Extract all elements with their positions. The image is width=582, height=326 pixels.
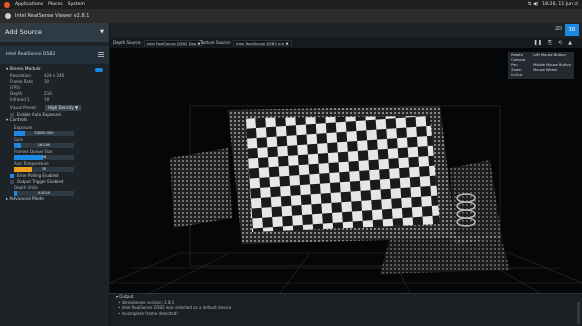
mouse-controls-legend: Rotate Camera Left Mouse Button Pan Middle… [508, 52, 574, 79]
advanced-mode-label: Advanced Mode [9, 196, 44, 202]
info-key: Infrared 1 [10, 97, 30, 103]
exposure-value: 33000.000 [34, 130, 54, 135]
texture-source-label: Texture Source: [200, 40, 231, 45]
visual-preset-select[interactable]: High Density ▼ [45, 105, 82, 112]
legend-action: Zoom In/Out [511, 68, 523, 77]
controls-label: Controls [9, 118, 28, 124]
texture-source-select[interactable]: Intel RealSense D5B2 Infr ▼ [233, 40, 292, 46]
right-clutter [450, 160, 502, 244]
visual-preset-row: Visual Preset: High Density ▼ [0, 105, 109, 112]
depth-source-select[interactable]: Intel RealSense D5B2 Dep ▼ [143, 40, 204, 46]
viewer-toolbar: Depth Source: Intel RealSense D5B2 Dep ▼… [110, 38, 582, 48]
expand-arrow-icon: ▸ [6, 196, 9, 202]
asic-temperature-slider[interactable]: 35 [14, 166, 74, 172]
system-indicators[interactable]: ⇅ ◀) [528, 0, 539, 9]
pause-icon[interactable]: ❚❚ [534, 38, 542, 48]
chevron-down-icon: ▼ [100, 29, 104, 35]
legend-row: Rotate Camera Left Mouse Button [511, 53, 571, 63]
info-key: Frame Rate (FPS) [10, 79, 33, 91]
pointcloud-render [110, 105, 582, 293]
output-trigger-label: Output Trigger Enabled [17, 178, 64, 184]
menu-system[interactable]: System [68, 0, 85, 9]
log-line: • Incomplete frame detected! [118, 310, 178, 316]
asic-temperature-label: Asic Temperature [14, 160, 49, 166]
mode-2d-button[interactable]: 2D [555, 26, 562, 32]
menu-applications[interactable]: Applications [15, 0, 43, 9]
frames-queue-label: Frames Queue Size [14, 148, 53, 154]
advanced-mode-header[interactable]: ▸ Advanced Mode [0, 197, 109, 203]
legend-action: Rotate Camera [511, 53, 526, 62]
device-header[interactable]: Intel RealSense D5B2 [0, 46, 109, 64]
frames-queue-value: 16 [41, 154, 47, 159]
view-mode-bar: 2D 3D [110, 23, 582, 38]
controls-header[interactable]: ▾ Controls [0, 118, 109, 124]
device-name: Intel RealSense D5B2 [6, 52, 56, 57]
floor-clutter [380, 234, 510, 274]
output-title: Output [119, 294, 134, 299]
depth-units-value: 0.0010 [37, 190, 51, 195]
checkbox-box [10, 173, 14, 178]
hamburger-menu-icon[interactable] [98, 52, 104, 57]
left-clutter [170, 148, 232, 228]
exposure-slider[interactable]: 33000.000 [14, 130, 74, 136]
depth-source-label: Depth Source: [113, 40, 142, 45]
add-source-label: Add Source [5, 28, 42, 36]
menu-places[interactable]: Places [48, 0, 63, 9]
visual-preset-value: High Density [48, 105, 74, 111]
checkbox-box [10, 179, 14, 184]
mode-3d-button[interactable]: 3D [565, 24, 579, 36]
legend-row: Zoom In/Out Mouse Wheel [511, 68, 571, 78]
device-sidebar: Add Source ▼ Intel RealSense D5B2 ▾ Ster… [0, 23, 110, 326]
depth-units-slider[interactable]: 0.0010 [14, 190, 74, 196]
pointcloud-viewport[interactable]: Rotate Camera Left Mouse Button Pan Middle… [110, 48, 582, 293]
info-row: Infrared 1 Y8 [0, 97, 109, 103]
expand-arrow-icon: ▾ [6, 67, 9, 72]
expand-arrow-icon: ▾ [6, 118, 9, 124]
stereo-module-header[interactable]: ▾ Stereo Module [0, 67, 109, 73]
depth-units-label: Depth Units [14, 184, 38, 190]
legend-input: Left Mouse Button [533, 53, 566, 57]
gain-value: 16.000 [37, 142, 51, 147]
info-value[interactable]: 30 [44, 79, 49, 91]
reset-view-icon[interactable]: ⟲ [558, 38, 562, 48]
exposure-label: Exposure [14, 124, 33, 130]
window-title-bar: Intel RealSense Viewer v2.8.1 [0, 9, 582, 23]
frames-queue-slider[interactable]: 16 [14, 154, 74, 160]
asic-temperature-value: 35 [41, 166, 47, 171]
ubuntu-logo-icon[interactable] [4, 2, 10, 8]
system-clock[interactable]: 18:26, 11 Jun ⏻ [542, 0, 578, 9]
output-panel: ▾ Output • librealsense version: 2.8.1 •… [110, 293, 582, 326]
stereo-module-label: Stereo Module [9, 67, 41, 72]
snapshot-icon[interactable]: ⎘ [548, 38, 552, 48]
stereo-module-toggle[interactable] [95, 68, 103, 72]
info-row: Frame Rate (FPS) 30 [0, 79, 109, 91]
gain-label: Gain [14, 136, 24, 142]
window-title: Intel RealSense Viewer v2.8.1 [15, 13, 90, 19]
texture-source-value: Intel RealSense D5B2 Infr [236, 41, 285, 46]
legend-input: Mouse Wheel [533, 68, 558, 72]
checkbox-box [10, 113, 14, 118]
info-value[interactable]: Y8 [44, 97, 49, 103]
visual-preset-label: Visual Preset: [10, 105, 38, 111]
settings-icon[interactable]: ▲ [568, 38, 572, 48]
system-top-bar: Applications Places System ⇅ ◀) 18:26, 1… [0, 0, 582, 9]
output-scrollbar[interactable] [577, 302, 580, 324]
add-source-button[interactable]: Add Source ▼ [0, 23, 109, 42]
window-close-icon[interactable] [5, 13, 11, 19]
gain-slider[interactable]: 16.000 [14, 142, 74, 148]
checkerboard [246, 116, 440, 232]
depth-source-value: Intel RealSense D5B2 Dep [146, 41, 197, 46]
